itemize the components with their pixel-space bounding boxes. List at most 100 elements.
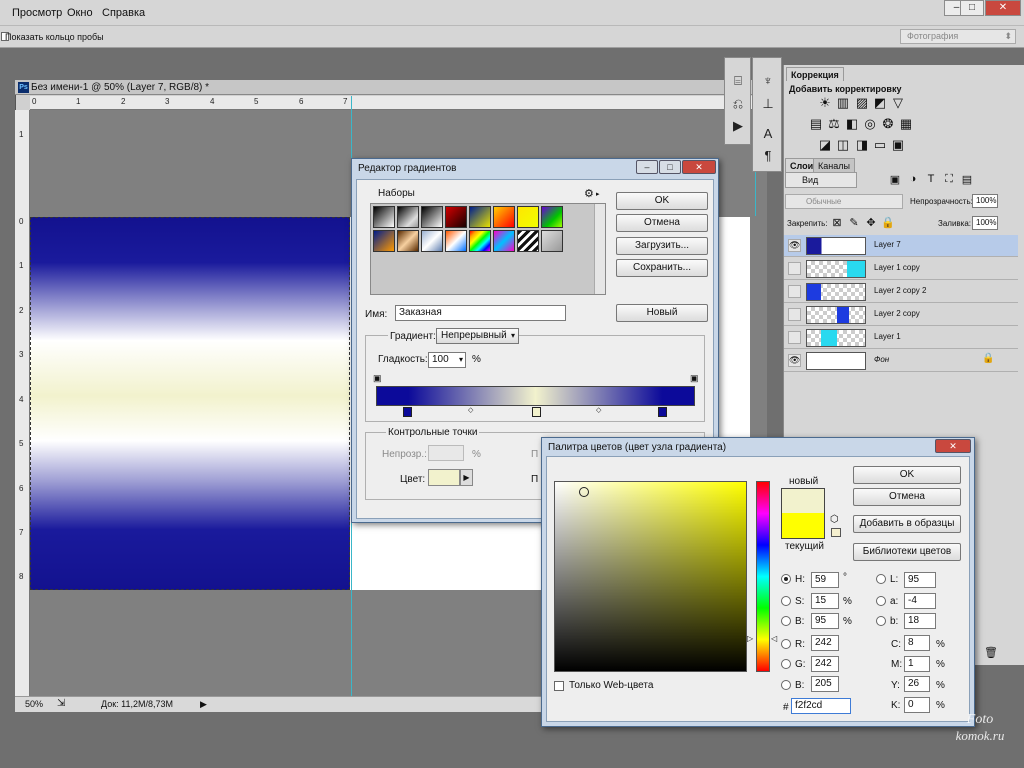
b-radio[interactable] — [781, 680, 791, 690]
vibrance-icon[interactable]: ▽ — [891, 95, 905, 111]
preset-swatch[interactable] — [421, 230, 443, 252]
layer-name[interactable]: Layer 1 — [874, 332, 901, 341]
preset-swatch[interactable] — [397, 206, 419, 228]
presets-scrollbar[interactable] — [594, 204, 605, 294]
r-input[interactable]: 242 — [811, 635, 839, 651]
tab-correction[interactable]: Коррекция — [786, 67, 844, 81]
layer-row[interactable]: Layer 1 copy — [784, 258, 1018, 280]
zoom-level[interactable]: 50% — [25, 699, 43, 709]
preset-swatch[interactable] — [469, 230, 491, 252]
color-stop[interactable] — [403, 407, 412, 417]
posterize-icon[interactable]: ◫ — [836, 137, 850, 153]
preset-swatch[interactable] — [493, 206, 515, 228]
preset-swatch[interactable] — [397, 230, 419, 252]
menu-window[interactable]: Окно — [67, 7, 93, 19]
gradient-bar[interactable] — [376, 386, 695, 406]
exposure-icon[interactable]: ◩ — [873, 95, 887, 111]
preset-swatch[interactable] — [541, 206, 563, 228]
curves-icon[interactable]: ▨ — [855, 95, 869, 111]
preset-swatch[interactable] — [373, 230, 395, 252]
lookup-icon[interactable]: ▦ — [899, 116, 913, 132]
preset-swatch[interactable] — [421, 206, 443, 228]
bw-icon[interactable]: ◧ — [845, 116, 859, 132]
hex-input[interactable]: f2f2cd — [791, 698, 851, 714]
bv-input[interactable]: 95 — [811, 613, 839, 629]
l-radio[interactable] — [876, 574, 886, 584]
color-field[interactable] — [554, 481, 747, 672]
g-radio[interactable] — [781, 659, 791, 669]
g-input[interactable]: 242 — [811, 656, 839, 672]
status-menu-icon[interactable]: ▶ — [200, 699, 207, 710]
preset-swatch[interactable] — [517, 206, 539, 228]
visibility-toggle[interactable] — [788, 285, 801, 298]
load-button[interactable]: Загрузить... — [616, 237, 708, 255]
menu-help[interactable]: Справка — [102, 7, 145, 19]
layer-row[interactable]: Layer 2 copy — [784, 304, 1018, 326]
dialog-minimize-button[interactable]: – — [636, 160, 658, 174]
opacity-input[interactable]: 100% — [972, 194, 998, 208]
layer-row[interactable]: Layer 2 copy 2 — [784, 281, 1018, 303]
levels-icon[interactable]: ▥ — [836, 95, 850, 111]
opacity-stop-left[interactable]: ▣ — [373, 373, 382, 384]
preset-swatch[interactable] — [469, 206, 491, 228]
selective-color-icon[interactable]: ▣ — [891, 137, 905, 153]
stop-color-swatch[interactable] — [428, 469, 460, 486]
eye-icon[interactable]: 👁 — [788, 239, 801, 252]
midpoint-diamond[interactable]: ◇ — [596, 406, 601, 414]
bv-radio[interactable] — [781, 616, 791, 626]
trash-icon[interactable]: 🗑 — [984, 646, 998, 659]
brightness-icon[interactable]: ☀ — [818, 95, 832, 111]
filter-shape-icon[interactable]: ⛶ — [942, 173, 956, 186]
character-icon[interactable]: A — [758, 126, 778, 141]
lock-all-icon[interactable]: 🔒 — [881, 216, 895, 229]
lock-pixels-icon[interactable]: ✎ — [847, 216, 861, 229]
c-input[interactable]: 8 — [904, 635, 930, 651]
cancel-button[interactable]: Отмена — [616, 214, 708, 232]
hue-icon[interactable]: ▤ — [809, 116, 823, 132]
menu-view[interactable]: Просмотр — [12, 7, 62, 19]
fill-input[interactable]: 100% — [972, 216, 998, 230]
layer-name[interactable]: Layer 2 copy 2 — [874, 286, 926, 295]
m-input[interactable]: 1 — [904, 656, 930, 672]
layer-row[interactable]: Layer 1 — [784, 327, 1018, 349]
preset-swatch[interactable] — [373, 206, 395, 228]
preset-swatch[interactable] — [445, 230, 467, 252]
actions-icon[interactable]: ⎌ — [728, 96, 748, 112]
balance-icon[interactable]: ⚖ — [827, 116, 841, 132]
h-radio[interactable] — [781, 574, 791, 584]
b-lab-radio[interactable] — [876, 616, 886, 626]
s-input[interactable]: 15 — [811, 593, 839, 609]
play-icon[interactable]: ▶ — [728, 118, 748, 134]
color-field-cursor[interactable] — [579, 487, 589, 497]
tab-channels[interactable]: Каналы — [813, 158, 855, 172]
stop-color-menu-icon[interactable]: ▶ — [460, 469, 473, 486]
ok-button[interactable]: OK — [853, 466, 961, 484]
horizontal-ruler[interactable]: 0 1 2 3 4 5 6 7 — [30, 96, 767, 110]
a-input[interactable]: -4 — [904, 593, 936, 609]
photo-filter-icon[interactable]: ◎ — [863, 116, 877, 132]
b-lab-input[interactable]: 18 — [904, 613, 936, 629]
layer-kind-filter[interactable]: Вид — [785, 172, 857, 188]
gradient-type-select[interactable]: Непрерывный ▾ — [436, 328, 519, 344]
s-radio[interactable] — [781, 596, 791, 606]
brush-presets-icon[interactable]: ♆ — [758, 73, 778, 88]
gradient-name-input[interactable]: Заказная — [395, 305, 566, 321]
dialog-close-button[interactable]: ✕ — [935, 439, 971, 453]
filter-pixel-icon[interactable]: ▣ — [888, 173, 902, 186]
filter-smart-icon[interactable]: ▤ — [960, 173, 974, 186]
color-libraries-button[interactable]: Библиотеки цветов — [853, 543, 961, 561]
web-only-checkbox[interactable] — [554, 681, 564, 691]
cube-warning-icon[interactable]: ⬡ — [830, 514, 839, 525]
invert-icon[interactable]: ◪ — [818, 137, 832, 153]
clone-source-icon[interactable]: ⊥ — [758, 96, 778, 112]
presets-grid[interactable] — [370, 203, 606, 295]
workspace-preset-select[interactable]: Фотография ⬍ — [900, 29, 1016, 44]
preset-swatch[interactable] — [541, 230, 563, 252]
websafe-swatch[interactable] — [831, 528, 841, 537]
blend-mode-select[interactable]: Обычные — [785, 194, 903, 209]
k-input[interactable]: 0 — [904, 697, 930, 713]
layer-name[interactable]: Layer 2 copy — [874, 309, 920, 318]
midpoint-diamond[interactable]: ◇ — [468, 406, 473, 414]
visibility-toggle[interactable] — [788, 262, 801, 275]
maximize-button[interactable]: □ — [960, 0, 984, 16]
